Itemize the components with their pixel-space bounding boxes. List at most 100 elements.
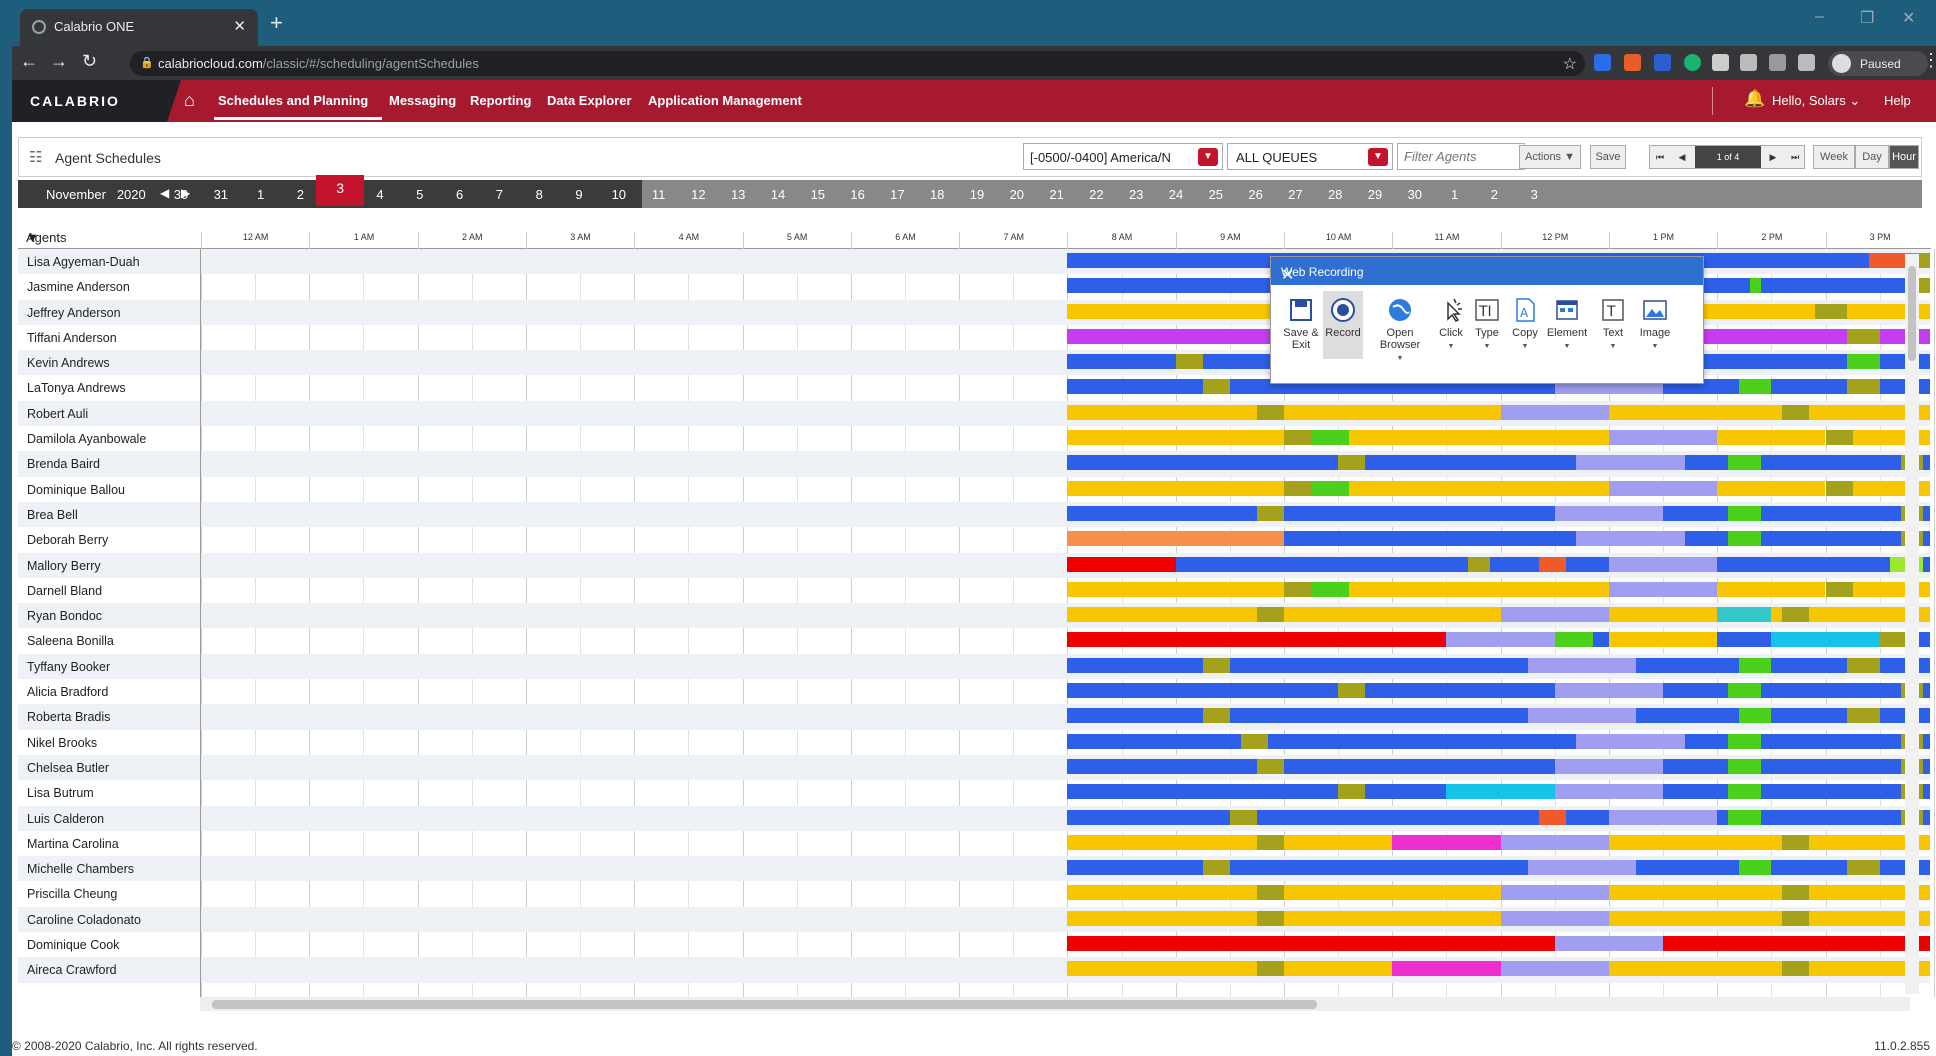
agent-row[interactable]: Dominique Ballou (18, 477, 1930, 502)
agent-row[interactable]: Roberta Bradis (18, 704, 1930, 730)
profile-button[interactable]: Paused (1828, 51, 1928, 76)
schedule-segment[interactable] (1284, 910, 1501, 926)
grammarly-icon[interactable] (1684, 54, 1701, 71)
hour-view-button[interactable]: Hour (1889, 145, 1919, 169)
schedule-segment[interactable] (1446, 632, 1555, 648)
schedule-segment[interactable] (1365, 683, 1555, 699)
schedule-segment[interactable] (1067, 784, 1339, 800)
schedule-segment[interactable] (1338, 784, 1366, 800)
schedule-segment[interactable] (1922, 733, 1930, 749)
schedule-segment[interactable] (1256, 961, 1284, 977)
schedule-segment[interactable] (1825, 581, 1853, 597)
close-tab-icon[interactable]: ✕ (233, 17, 246, 35)
schedule-segment[interactable] (1847, 379, 1880, 395)
schedule-segment[interactable] (1847, 328, 1880, 344)
chevron-down-icon[interactable]: ▼ (1368, 148, 1388, 166)
agent-row[interactable]: Priscilla Cheung (18, 881, 1930, 906)
date-day-15[interactable]: 15 (803, 187, 833, 202)
schedule-segment[interactable] (1728, 455, 1761, 471)
schedule-segment[interactable] (1067, 581, 1284, 597)
actions-button[interactable]: Actions ▼ (1519, 145, 1581, 169)
schedule-segment[interactable] (1717, 556, 1891, 572)
schedule-segment[interactable] (1728, 809, 1761, 825)
schedule-segment[interactable] (1608, 910, 1783, 926)
schedule-segment[interactable] (1635, 860, 1739, 876)
schedule-segment[interactable] (1067, 910, 1257, 926)
schedule-segment[interactable] (1067, 657, 1203, 673)
schedule-segment[interactable] (1067, 480, 1284, 496)
schedule-segment[interactable] (1576, 531, 1685, 547)
date-day-3[interactable]: 3 (316, 175, 365, 206)
schedule-segment[interactable] (1348, 430, 1609, 446)
schedule-segment[interactable] (1338, 683, 1366, 699)
agent-row[interactable]: Caroline Coladonato (18, 906, 1930, 933)
queue-select[interactable]: ALL QUEUES ▼ (1227, 143, 1393, 170)
schedule-segment[interactable] (1067, 455, 1339, 471)
last-page-button[interactable]: ⏭ (1785, 146, 1805, 168)
date-day-10[interactable]: 10 (604, 187, 634, 202)
schedule-segment[interactable] (1067, 683, 1339, 699)
schedule-segment[interactable] (1760, 758, 1902, 774)
schedule-segment[interactable] (1500, 961, 1609, 977)
schedule-segment[interactable] (1067, 556, 1176, 572)
date-day-11[interactable]: 11 (644, 187, 674, 202)
nav-application-management[interactable]: Application Management (648, 93, 802, 108)
schedule-segment[interactable] (1256, 505, 1284, 521)
schedule-segment[interactable] (1067, 961, 1257, 977)
schedule-segment[interactable] (1175, 556, 1469, 572)
schedule-segment[interactable] (1229, 860, 1528, 876)
browser-menu-icon[interactable]: ⋮ (1922, 50, 1936, 71)
schedule-segment[interactable] (1738, 860, 1772, 876)
nav-reporting[interactable]: Reporting (470, 93, 531, 108)
schedule-segment[interactable] (1067, 758, 1257, 774)
schedule-segment[interactable] (1284, 961, 1393, 977)
date-day-14[interactable]: 14 (763, 187, 793, 202)
schedule-segment[interactable] (1771, 657, 1848, 673)
agent-row[interactable]: Deborah Berry (18, 527, 1930, 552)
agents-column-header[interactable]: Agents ▼ (18, 225, 201, 249)
sort-desc-icon[interactable]: ▼ (26, 230, 39, 245)
schedule-segment[interactable] (1782, 607, 1810, 623)
date-day-5[interactable]: 5 (405, 187, 435, 202)
schedule-segment[interactable] (1760, 683, 1902, 699)
click-button[interactable]: Click ▼ (1431, 297, 1471, 351)
schedule-segment[interactable] (1771, 632, 1880, 648)
chevron-down-icon[interactable]: ▼ (1198, 148, 1218, 166)
schedule-segment[interactable] (1067, 278, 1284, 294)
schedule-segment[interactable] (1847, 708, 1880, 724)
schedule-segment[interactable] (1608, 961, 1783, 977)
schedule-segment[interactable] (1684, 733, 1729, 749)
schedule-segment[interactable] (1760, 505, 1902, 521)
schedule-segment[interactable] (1284, 531, 1577, 547)
schedule-segment[interactable] (1500, 607, 1609, 623)
date-day-22[interactable]: 22 (1081, 187, 1111, 202)
schedule-segment[interactable] (1717, 632, 1772, 648)
schedule-segment[interactable] (1922, 455, 1930, 471)
schedule-segment[interactable] (1760, 531, 1902, 547)
agent-row[interactable]: Michelle Chambers (18, 856, 1930, 882)
browser-tab[interactable]: Calabrio ONE ✕ (20, 9, 258, 46)
schedule-segment[interactable] (1760, 809, 1902, 825)
schedule-segment[interactable] (1717, 607, 1772, 623)
schedule-segment[interactable] (1538, 809, 1566, 825)
schedule-segment[interactable] (1067, 531, 1284, 547)
type-button[interactable]: TI Type ▼ (1467, 297, 1507, 351)
schedule-segment[interactable] (1311, 430, 1349, 446)
schedule-segment[interactable] (1256, 758, 1284, 774)
user-menu[interactable]: Hello, Solars ⌄ (1772, 93, 1860, 109)
agent-row[interactable]: Darnell Bland (18, 578, 1930, 603)
schedule-segment[interactable] (1565, 809, 1609, 825)
schedule-segment[interactable] (1284, 430, 1312, 446)
schedule-segment[interactable] (1782, 961, 1810, 977)
notifications-bell-icon[interactable]: 🔔 (1744, 89, 1765, 109)
schedule-segment[interactable] (1749, 278, 1761, 294)
schedule-segment[interactable] (1284, 607, 1501, 623)
schedule-segment[interactable] (1311, 480, 1349, 496)
agent-row[interactable]: Aireca Crawford (18, 957, 1930, 983)
date-day-27[interactable]: 27 (1280, 187, 1310, 202)
schedule-segment[interactable] (1348, 480, 1609, 496)
schedule-segment[interactable] (1728, 531, 1761, 547)
nav-schedules-and-planning[interactable]: Schedules and Planning (218, 93, 368, 108)
date-day-23[interactable]: 23 (1121, 187, 1151, 202)
schedule-segment[interactable] (1067, 708, 1203, 724)
